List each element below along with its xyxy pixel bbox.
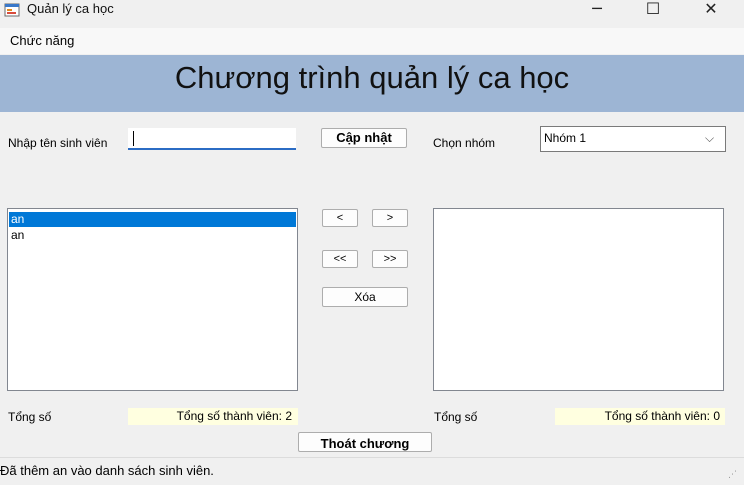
minimize-button[interactable]: ─ [574, 0, 620, 20]
move-all-left-button[interactable]: << [322, 250, 358, 268]
status-text: Đã thêm an vào danh sách sinh viên. [0, 463, 214, 478]
page-title: Chương trình quản lý ca học [174, 60, 570, 95]
left-total-label: Tổng số [8, 410, 52, 424]
maximize-button[interactable]: ☐ [630, 0, 676, 20]
group-label: Chọn nhóm [433, 136, 496, 150]
student-list-item[interactable]: an [9, 228, 296, 243]
exit-button[interactable]: Thoát chương [298, 432, 432, 452]
group-member-list[interactable] [433, 208, 724, 391]
student-list[interactable]: an an [7, 208, 298, 391]
move-left-button[interactable]: < [322, 209, 358, 227]
student-name-label: Nhập tên sinh viên [8, 136, 108, 150]
menu-bar [0, 28, 744, 54]
right-total-label: Tổng số [434, 410, 478, 424]
chevron-down-icon[interactable]: ⌵ [705, 131, 714, 146]
group-select-value: Nhóm 1 [544, 131, 587, 145]
close-button[interactable]: ✕ [688, 0, 734, 20]
app-form-icon [4, 3, 20, 17]
left-total-value: Tổng số thành viên: 2 [128, 408, 298, 425]
text-caret [133, 131, 134, 146]
menu-item-chuc-nang[interactable]: Chức năng [10, 33, 74, 49]
student-name-input[interactable] [128, 128, 296, 150]
resize-grip-icon[interactable]: ⋰ [728, 470, 737, 480]
move-right-button[interactable]: > [372, 209, 408, 227]
move-all-right-button[interactable]: >> [372, 250, 408, 268]
right-total-value: Tổng số thành viên: 0 [555, 408, 725, 425]
student-list-item[interactable]: an [9, 212, 296, 227]
window-title: Quản lý ca học [27, 1, 114, 16]
delete-button[interactable]: Xóa [322, 287, 408, 307]
update-button[interactable]: Cập nhật [321, 128, 407, 148]
